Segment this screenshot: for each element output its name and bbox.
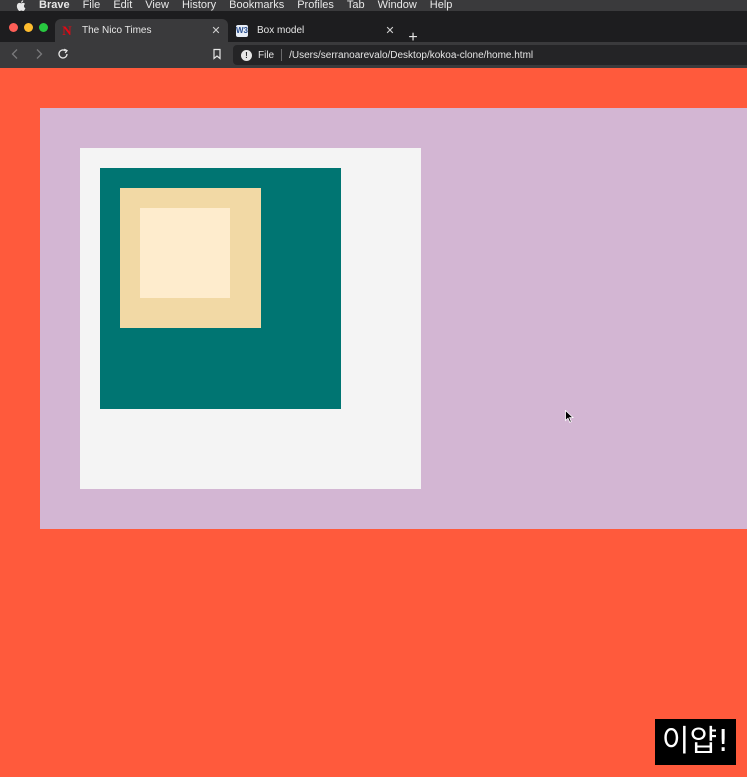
forward-arrow-icon[interactable]: [32, 47, 46, 61]
tab-box-model[interactable]: W3 Box model ✕: [230, 19, 402, 42]
menu-file[interactable]: File: [83, 0, 101, 11]
mouse-pointer-icon: [565, 410, 574, 423]
site-info-icon[interactable]: !: [241, 49, 252, 61]
menu-help[interactable]: Help: [430, 0, 453, 11]
page-viewport: [0, 68, 747, 777]
address-divider: [281, 49, 283, 61]
menu-view[interactable]: View: [145, 0, 169, 11]
menu-edit[interactable]: Edit: [113, 0, 132, 11]
back-arrow-icon[interactable]: [8, 47, 22, 61]
tab-title: The Nico Times: [82, 25, 152, 36]
browser-toolbar: ! File /Users/serranoarevalo/Desktop/kok…: [0, 42, 747, 68]
bookmark-icon[interactable]: [210, 47, 224, 61]
teal-box: [100, 168, 341, 409]
reload-icon[interactable]: [56, 47, 70, 61]
window-close-button[interactable]: [9, 23, 18, 32]
menu-tab[interactable]: Tab: [347, 0, 365, 11]
window-zoom-button[interactable]: [39, 23, 48, 32]
netflix-favicon-icon: N: [62, 22, 72, 38]
browser-tab-strip: N The Nico Times ✕ W3 Box model ✕ +: [0, 11, 747, 46]
macos-menu-bar: Brave File Edit View History Bookmarks P…: [0, 0, 747, 11]
tab-close-icon[interactable]: ✕: [210, 25, 222, 37]
url-text[interactable]: /Users/serranoarevalo/Desktop/kokoa-clon…: [289, 50, 533, 61]
tab-title: Box model: [257, 25, 305, 36]
tan-box: [120, 188, 261, 328]
w3schools-favicon-icon: W3: [236, 24, 248, 37]
tab-close-icon[interactable]: ✕: [384, 25, 396, 37]
outer-box: [40, 108, 747, 529]
menu-profiles[interactable]: Profiles: [297, 0, 334, 11]
caption-overlay: 이얍!: [655, 719, 736, 765]
menu-app-name[interactable]: Brave: [39, 0, 70, 11]
window-minimize-button[interactable]: [24, 23, 33, 32]
url-scheme-label: File: [258, 49, 275, 61]
menu-history[interactable]: History: [182, 0, 216, 11]
menu-window[interactable]: Window: [378, 0, 417, 11]
white-box: [80, 148, 421, 489]
apple-logo-icon[interactable]: [14, 0, 27, 11]
cream-box: [140, 208, 230, 298]
menu-bookmarks[interactable]: Bookmarks: [229, 0, 284, 11]
address-bar[interactable]: ! File /Users/serranoarevalo/Desktop/kok…: [233, 45, 747, 65]
tab-nico-times[interactable]: N The Nico Times ✕: [55, 19, 228, 42]
